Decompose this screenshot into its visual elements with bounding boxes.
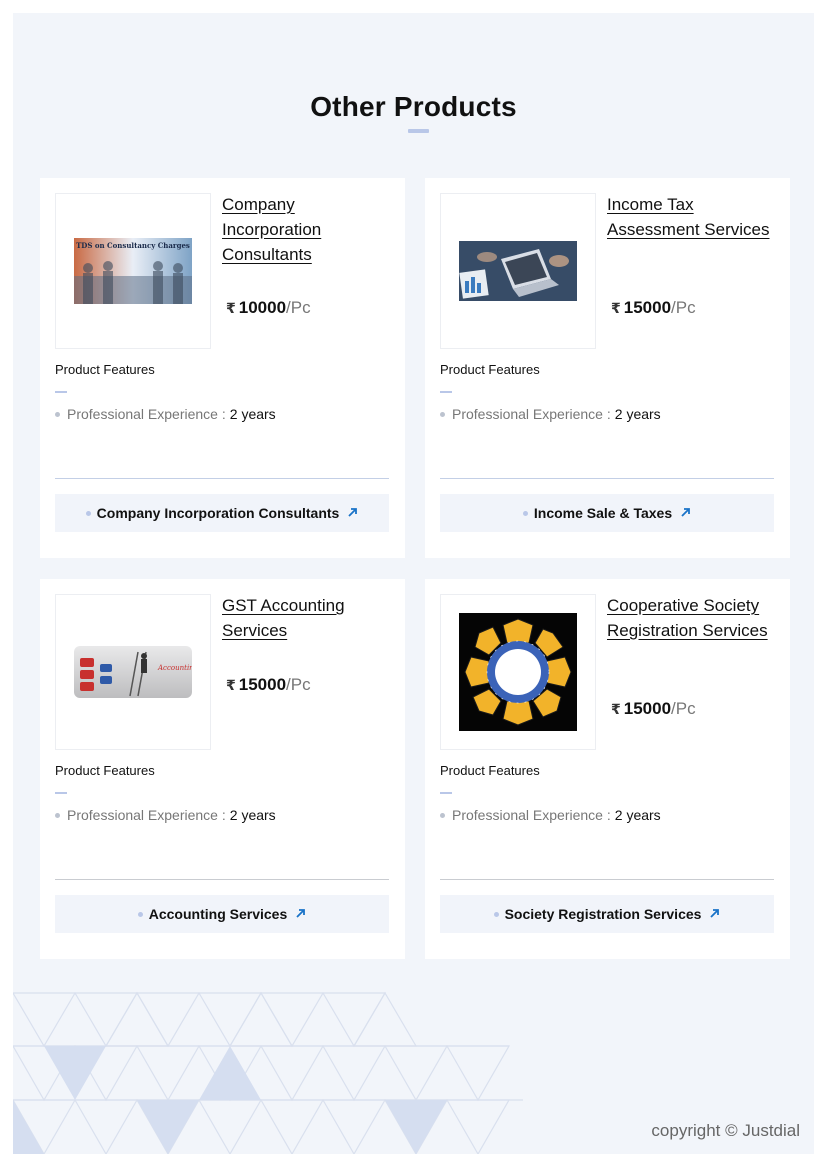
bullet-icon [85,510,91,516]
product-title[interactable]: Cooperative Society Registration Service… [607,593,777,643]
feature-name: Professional Experience : [67,406,226,422]
arrow-up-right-icon [709,906,720,922]
bullet-icon [55,812,60,818]
card-divider [55,879,389,880]
product-image-cooperative-chart [459,613,577,731]
category-link-label: Society Registration Services [504,906,702,922]
category-link-label: Income Sale & Taxes [533,505,673,521]
product-image-accounting: Accounting Services [74,646,192,698]
feature-name: Professional Experience : [452,406,611,422]
price-amount: 15000 [623,699,672,718]
category-link-label: Accounting Services [148,906,288,922]
arrow-up-right-icon [680,505,691,521]
title-underline [408,129,429,133]
arrow-up-right-icon [347,505,358,521]
rupee-icon: ₹ [611,300,621,316]
feature-value: 2 years [229,807,276,823]
category-link-label: Company Incorporation Consultants [96,505,340,521]
product-image[interactable] [440,594,596,750]
decorative-pattern [13,991,523,1154]
bullet-icon [55,411,60,417]
features-underline [55,792,67,794]
category-link-button[interactable]: Accounting Services [55,895,389,933]
feature-value: 2 years [614,406,661,422]
svg-text:Accounting Services: Accounting Services [157,664,192,672]
rupee-icon: ₹ [226,677,236,693]
features-underline [440,391,452,393]
features-label: Product Features [440,362,540,377]
bullet-icon [522,510,528,516]
features-label: Product Features [440,763,540,778]
product-title[interactable]: Income Tax Assessment Services [607,192,777,242]
product-card: Accounting Services GST Accounting Servi… [40,579,405,959]
product-price: ₹ 10000 /Pc [226,298,311,318]
bullet-icon [137,911,143,917]
price-unit: /Pc [671,298,696,317]
feature-name: Professional Experience : [452,807,611,823]
feature-item: Professional Experience : 2 years [55,807,276,823]
product-card: Income Tax Assessment Services ₹ 15000 /… [425,178,790,558]
feature-value: 2 years [614,807,661,823]
feature-value: 2 years [229,406,276,422]
price-amount: 10000 [238,298,287,317]
product-title[interactable]: GST Accounting Services [222,593,392,643]
rupee-icon: ₹ [226,300,236,316]
card-divider [440,879,774,880]
product-image-laptop [459,241,577,301]
product-image[interactable]: TDS on Consultancy Charges [55,193,211,349]
arrow-up-right-icon [295,906,306,922]
bullet-icon [493,911,499,917]
price-unit: /Pc [286,298,311,317]
category-link-button[interactable]: Company Incorporation Consultants [55,494,389,532]
page-background: Other Products TDS on Consultancy Charge… [13,13,814,1154]
card-divider [440,478,774,479]
product-image[interactable] [440,193,596,349]
product-image-tds: TDS on Consultancy Charges [74,238,192,304]
product-price: ₹ 15000 /Pc [226,675,311,695]
product-price: ₹ 15000 /Pc [611,699,696,719]
product-price: ₹ 15000 /Pc [611,298,696,318]
product-card: TDS on Consultancy Charges Company Incor… [40,178,405,558]
product-image[interactable]: Accounting Services [55,594,211,750]
price-amount: 15000 [238,675,287,694]
feature-item: Professional Experience : 2 years [440,406,661,422]
feature-name: Professional Experience : [67,807,226,823]
svg-text:TDS on Consultancy Charges: TDS on Consultancy Charges [76,241,190,250]
price-unit: /Pc [286,675,311,694]
product-card: Cooperative Society Registration Service… [425,579,790,959]
rupee-icon: ₹ [611,701,621,717]
bullet-icon [440,812,445,818]
category-link-button[interactable]: Society Registration Services [440,895,774,933]
features-underline [440,792,452,794]
features-label: Product Features [55,362,155,377]
feature-item: Professional Experience : 2 years [440,807,661,823]
features-label: Product Features [55,763,155,778]
price-amount: 15000 [623,298,672,317]
price-unit: /Pc [671,699,696,718]
features-underline [55,391,67,393]
section-title: Other Products [310,91,517,122]
feature-item: Professional Experience : 2 years [55,406,276,422]
copyright-text: copyright © Justdial [651,1121,800,1140]
card-divider [55,478,389,479]
product-title[interactable]: Company Incorporation Consultants [222,192,392,267]
category-link-button[interactable]: Income Sale & Taxes [440,494,774,532]
bullet-icon [440,411,445,417]
